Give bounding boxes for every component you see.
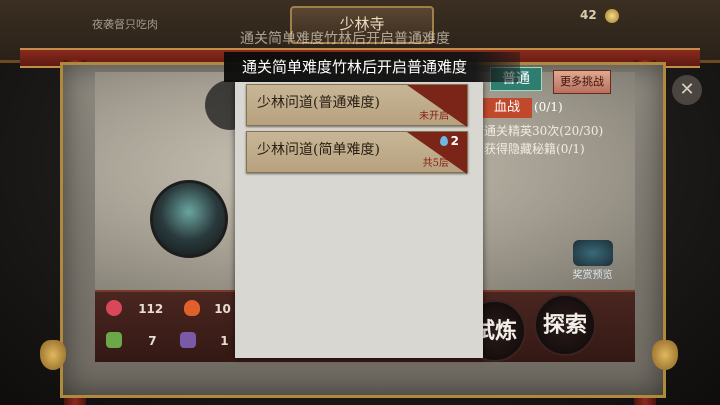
stage-name: 少林问道(普通难度) bbox=[257, 95, 380, 111]
task-2-label: 通关精英30次 bbox=[484, 124, 560, 138]
bell-decoration-left bbox=[40, 340, 66, 370]
reward-preview-label: 奖赏预览 bbox=[572, 270, 613, 281]
stat-speed-value: 7 bbox=[148, 334, 157, 348]
stage-name: 少林问道(简单难度) bbox=[257, 142, 380, 158]
stage-floors: 共5层 bbox=[422, 158, 449, 169]
more-challenges-button[interactable]: 更多挑战 bbox=[553, 70, 611, 94]
task-1-progress: (0/1) bbox=[534, 100, 563, 114]
stage-card-normal[interactable]: 少林问道(普通难度) 未开启 bbox=[246, 84, 468, 127]
close-icon[interactable]: ✕ bbox=[672, 75, 702, 105]
stat-speed: 7 bbox=[106, 332, 157, 348]
currency-amount: 42 bbox=[580, 8, 597, 22]
top-left-label: 夜袭督只吃肉 bbox=[92, 18, 158, 31]
stage-badge: 2 bbox=[439, 134, 459, 148]
task-2-progress: (20/30) bbox=[559, 124, 604, 138]
hero-avatar[interactable] bbox=[150, 180, 228, 258]
stat-attack-value: 10 bbox=[214, 302, 231, 316]
stat-attack: 10 bbox=[184, 300, 231, 316]
stage-status: 未开启 bbox=[419, 111, 449, 122]
currency-display: 42 bbox=[580, 8, 619, 23]
stat-hp-value: 112 bbox=[138, 302, 164, 316]
tab-blood-battle[interactable]: 血战 bbox=[482, 98, 532, 118]
flame-icon bbox=[184, 300, 200, 316]
bell-decoration-right bbox=[652, 340, 678, 370]
chest-icon bbox=[572, 240, 613, 266]
task-3-label: 获得隐藏秘籍 bbox=[484, 142, 557, 156]
stat-defense-value: 1 bbox=[220, 334, 229, 348]
task-2: 通关精英30次(20/30) bbox=[484, 122, 603, 139]
heart-icon bbox=[106, 300, 122, 316]
boot-icon bbox=[106, 332, 122, 348]
stat-hp: 112 bbox=[106, 300, 163, 316]
task-3: 获得隐藏秘籍(0/1) bbox=[484, 140, 585, 157]
explore-button[interactable]: 探索 bbox=[534, 294, 596, 356]
stage-badge-count: 2 bbox=[450, 134, 459, 148]
banner-ghost-text: 通关简单难度竹林后开启普通难度 bbox=[240, 31, 450, 47]
reward-preview-button[interactable]: 奖赏预览 bbox=[565, 240, 620, 281]
stage-card-easy[interactable]: 少林问道(简单难度) 2 共5层 bbox=[246, 131, 468, 174]
unlock-tooltip: 通关简单难度竹林后开启普通难度 bbox=[224, 52, 520, 82]
task-3-progress: (0/1) bbox=[556, 142, 585, 156]
armor-icon bbox=[180, 332, 196, 348]
stat-defense: 1 bbox=[180, 332, 229, 348]
water-drop-icon bbox=[439, 136, 448, 146]
coin-icon bbox=[604, 8, 619, 23]
